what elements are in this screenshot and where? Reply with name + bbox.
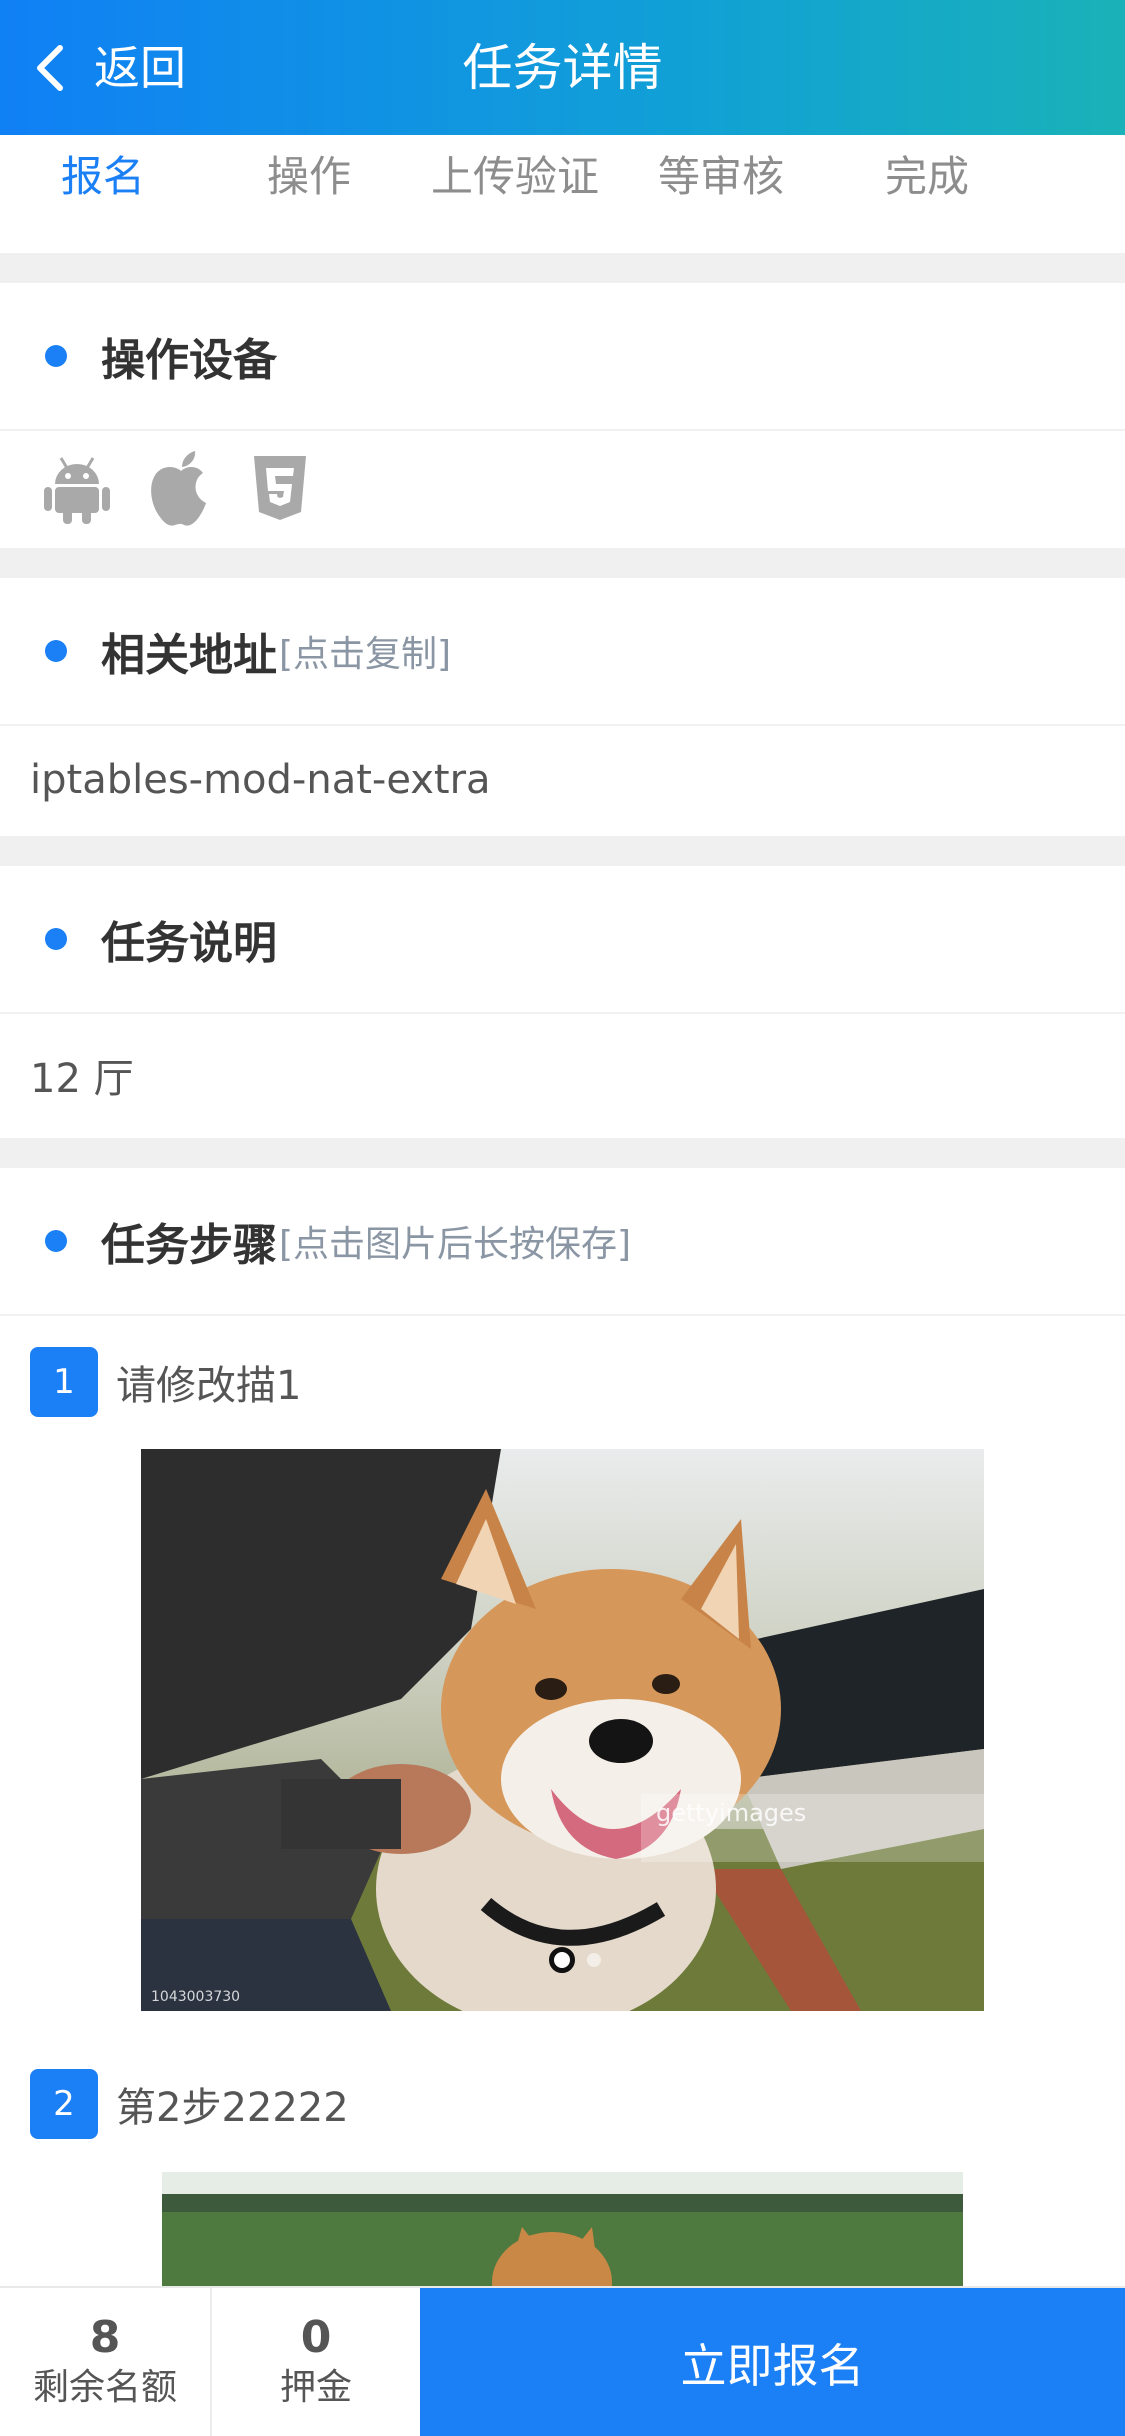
deposit-label: 押金: [279, 2367, 352, 2408]
remaining-slots: 8 剩余名额: [0, 2288, 210, 2436]
divider: [0, 1138, 1125, 1168]
deposit: 0 押金: [210, 2288, 420, 2436]
signup-now-button[interactable]: 立即报名: [420, 2288, 1125, 2436]
address-section: 相关地址 [点击复制] iptables-mod-nat-extra: [0, 578, 1125, 836]
task-detail-page: 返回 任务详情 报名 操作 上传验证 等审核 完成 操作设备 相关地址 [点击复…: [0, 0, 1125, 2436]
deposit-value: 0: [300, 2312, 332, 2363]
save-image-hint: [点击图片后长按保存]: [279, 1224, 632, 1265]
tab-operate[interactable]: 操作: [206, 135, 412, 253]
steps-title: 任务步骤: [101, 1220, 277, 1271]
tab-awaiting-review[interactable]: 等审核: [618, 135, 824, 253]
dog-photo[interactable]: [162, 2172, 963, 2286]
description-value: 12 厅: [30, 1056, 134, 1102]
step-item: 2 第2步22222: [30, 2069, 349, 2139]
description-header: 任务说明: [0, 866, 1125, 1014]
device-icons: [0, 431, 1125, 547]
top-navbar: 返回 任务详情: [0, 0, 1125, 135]
address-title: 相关地址: [101, 630, 277, 681]
bullet-dot: [45, 640, 67, 662]
step-number: 2: [30, 2069, 98, 2139]
remaining-slots-value: 8: [89, 2312, 121, 2363]
android-icon: [44, 457, 110, 524]
carousel-dot-active[interactable]: [549, 1947, 575, 1973]
bottom-action-bar: 8 剩余名额 0 押金 立即报名: [0, 2286, 1125, 2436]
description-title: 任务说明: [101, 918, 277, 969]
bullet-dot: [45, 928, 67, 950]
step-text: 第2步22222: [116, 2085, 349, 2131]
devices-title: 操作设备: [101, 335, 277, 386]
tab-upload-verify[interactable]: 上传验证: [412, 135, 618, 253]
watermark-brand: gettyimages: [656, 1799, 806, 1827]
step-text: 请修改描1: [116, 1363, 302, 1409]
copy-hint[interactable]: [点击复制]: [279, 625, 451, 677]
devices-section: 操作设备: [0, 283, 1125, 548]
page-title: 任务详情: [462, 39, 663, 97]
html5-icon: [254, 456, 306, 520]
watermark-id: 1043003730: [151, 1989, 240, 2005]
devices-header: 操作设备: [0, 283, 1125, 431]
divider: [0, 548, 1125, 578]
step-number: 1: [30, 1347, 98, 1417]
tab-signup[interactable]: 报名: [0, 135, 206, 253]
bullet-dot: [45, 345, 67, 367]
tab-complete[interactable]: 完成: [824, 135, 1030, 253]
step-image-carousel[interactable]: gettyimages 1043003730: [141, 1449, 984, 2011]
address-header[interactable]: 相关地址 [点击复制]: [0, 578, 1125, 726]
dog-photo[interactable]: gettyimages 1043003730: [141, 1449, 984, 2011]
carousel-dot[interactable]: [587, 1953, 601, 1967]
apple-icon: [151, 451, 206, 526]
description-section: 任务说明 12 厅: [0, 866, 1125, 1138]
bullet-dot: [45, 1230, 67, 1252]
address-value[interactable]: iptables-mod-nat-extra: [0, 726, 1125, 834]
divider: [0, 836, 1125, 866]
steps-header: 任务步骤 [点击图片后长按保存]: [0, 1168, 1125, 1316]
remaining-slots-label: 剩余名额: [32, 2367, 177, 2408]
step-image-carousel[interactable]: [162, 2172, 963, 2286]
progress-tabs: 报名 操作 上传验证 等审核 完成: [0, 135, 1125, 253]
step-item: 1 请修改描1: [30, 1347, 301, 1417]
divider: [0, 253, 1125, 283]
